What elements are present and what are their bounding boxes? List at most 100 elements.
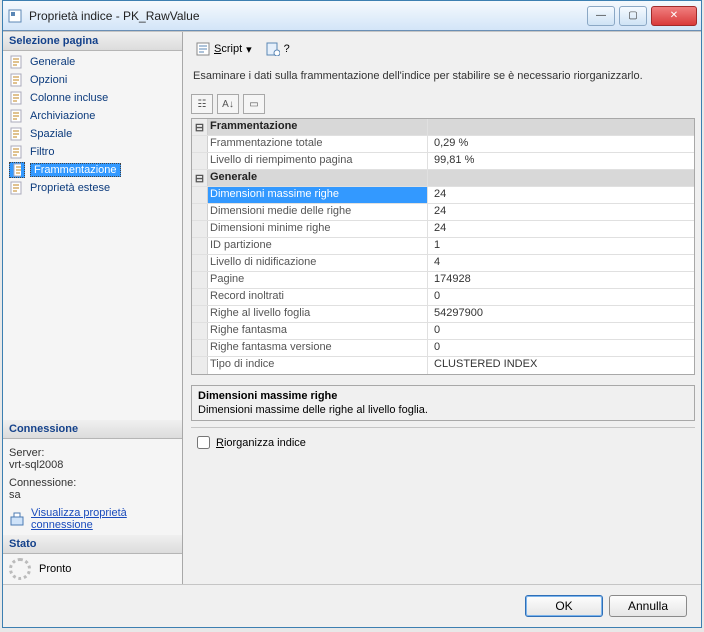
property-key: Righe fantasma	[208, 323, 428, 339]
alphabetical-button[interactable]: A↓	[217, 94, 239, 114]
page-icon	[9, 144, 25, 160]
property-row[interactable]: Record inoltrati0	[192, 289, 694, 306]
dialog-window: Proprietà indice - PK_RawValue — ▢ ✕ Sel…	[2, 0, 702, 628]
property-row[interactable]: Frammentazione totale0,29 %	[192, 136, 694, 153]
reorganize-checkbox[interactable]	[197, 436, 210, 449]
property-row[interactable]: ID partizione1	[192, 238, 694, 255]
page-icon	[9, 126, 25, 142]
property-help-panel: Dimensioni massime righe Dimensioni mass…	[191, 385, 695, 421]
sidebar-page-archiviazione[interactable]: Archiviazione	[7, 107, 178, 125]
page-icon	[9, 90, 25, 106]
property-key: Pagine	[208, 272, 428, 288]
page-label: Spaziale	[30, 128, 72, 140]
state-value: Pronto	[39, 563, 71, 575]
property-value: 0	[428, 340, 694, 356]
page-label: Filtro	[30, 146, 54, 158]
property-value: 99,81 %	[428, 153, 694, 169]
connection-value: sa	[9, 489, 176, 501]
dialog-footer: OK Annulla	[3, 584, 701, 627]
page-icon	[9, 72, 25, 88]
sidebar-page-generale[interactable]: Generale	[7, 53, 178, 71]
property-value: 24	[428, 221, 694, 237]
page-label: Generale	[30, 56, 75, 68]
property-row[interactable]: Righe al livello foglia54297900	[192, 306, 694, 323]
property-row[interactable]: Dimensioni medie delle righe24	[192, 204, 694, 221]
property-value: 24	[428, 204, 694, 220]
help-label: ?	[284, 43, 290, 55]
property-category: ⊟Frammentazione	[192, 119, 694, 136]
property-grid: ⊟FrammentazioneFrammentazione totale0,29…	[191, 118, 695, 375]
page-label: Archiviazione	[30, 110, 95, 122]
property-row[interactable]: Righe fantasma0	[192, 323, 694, 340]
property-key: Tipo di indice	[208, 357, 428, 374]
property-row[interactable]: Livello di nidificazione4	[192, 255, 694, 272]
server-label: Server:	[9, 447, 176, 459]
collapse-icon[interactable]: ⊟	[192, 119, 208, 135]
property-row[interactable]: Tipo di indiceCLUSTERED INDEX	[192, 357, 694, 374]
progress-icon	[9, 558, 31, 580]
sidebar-page-frammentazione[interactable]: Frammentazione	[7, 161, 178, 179]
cancel-button[interactable]: Annulla	[609, 595, 687, 617]
category-label: Generale	[208, 170, 428, 186]
property-key: Dimensioni medie delle righe	[208, 204, 428, 220]
property-value: 174928	[428, 272, 694, 288]
category-label: Frammentazione	[208, 119, 428, 135]
page-icon	[9, 54, 25, 70]
property-help-text: Dimensioni massime delle righe al livell…	[198, 404, 688, 416]
reorganize-label: Riorganizza indice	[216, 437, 306, 449]
window-title: Proprietà indice - PK_RawValue	[29, 9, 587, 23]
sidebar-page-proprietà-estese[interactable]: Proprietà estese	[7, 179, 178, 197]
page-icon	[9, 108, 25, 124]
property-value: 0	[428, 289, 694, 305]
property-help-title: Dimensioni massime righe	[198, 390, 688, 404]
script-button[interactable]: Script ▾	[191, 40, 257, 58]
property-value: 54297900	[428, 306, 694, 322]
collapse-icon[interactable]: ⊟	[192, 170, 208, 186]
toolbar: Script ▾ ?	[191, 38, 695, 66]
help-icon	[266, 42, 280, 56]
property-key: Righe al livello foglia	[208, 306, 428, 322]
connection-panel: Server: vrt-sql2008 Connessione: sa Visu…	[3, 439, 182, 535]
sidebar-page-colonne-incluse[interactable]: Colonne incluse	[7, 89, 178, 107]
property-row[interactable]: Livello di riempimento pagina99,81 %	[192, 153, 694, 170]
categorized-button[interactable]: ☷	[191, 94, 213, 114]
description-text: Esaminare i dati sulla frammentazione de…	[191, 66, 695, 92]
page-label: Proprietà estese	[30, 182, 110, 194]
view-connection-link-row: Visualizza proprietà connessione	[9, 507, 176, 531]
property-value: 4	[428, 255, 694, 271]
ok-button[interactable]: OK	[525, 595, 603, 617]
script-label: Script	[214, 43, 242, 55]
sidebar: Selezione pagina GeneraleOpzioniColonne …	[3, 32, 183, 584]
property-category: ⊟Generale	[192, 170, 694, 187]
title-bar: Proprietà indice - PK_RawValue — ▢ ✕	[3, 1, 701, 31]
server-value: vrt-sql2008	[9, 459, 176, 471]
view-connection-link[interactable]: Visualizza proprietà connessione	[31, 507, 176, 531]
property-key: Righe fantasma versione	[208, 340, 428, 356]
property-row[interactable]: Righe fantasma versione0	[192, 340, 694, 357]
sidebar-page-spaziale[interactable]: Spaziale	[7, 125, 178, 143]
sidebar-page-filtro[interactable]: Filtro	[7, 143, 178, 161]
state-panel: Pronto	[3, 554, 182, 584]
property-value: 0,29 %	[428, 136, 694, 152]
property-value: 0	[428, 323, 694, 339]
page-label: Opzioni	[30, 74, 67, 86]
connection-label: Connessione:	[9, 477, 176, 489]
property-value: 24	[428, 187, 694, 203]
connection-header: Connessione	[3, 420, 182, 439]
property-key: Dimensioni massime righe	[208, 187, 428, 203]
property-pages-button[interactable]: ▭	[243, 94, 265, 114]
property-key: Livello di riempimento pagina	[208, 153, 428, 169]
help-button[interactable]: ?	[261, 40, 295, 58]
property-row[interactable]: Dimensioni minime righe24	[192, 221, 694, 238]
script-icon	[196, 42, 210, 56]
sidebar-page-opzioni[interactable]: Opzioni	[7, 71, 178, 89]
close-button[interactable]: ✕	[651, 6, 697, 26]
maximize-button[interactable]: ▢	[619, 6, 647, 26]
page-label: Colonne incluse	[30, 92, 108, 104]
property-row[interactable]: Dimensioni massime righe24	[192, 187, 694, 204]
dropdown-icon: ▾	[246, 43, 252, 56]
minimize-button[interactable]: —	[587, 6, 615, 26]
property-key: ID partizione	[208, 238, 428, 254]
property-row[interactable]: Pagine174928	[192, 272, 694, 289]
dialog-body: Selezione pagina GeneraleOpzioniColonne …	[3, 31, 701, 584]
